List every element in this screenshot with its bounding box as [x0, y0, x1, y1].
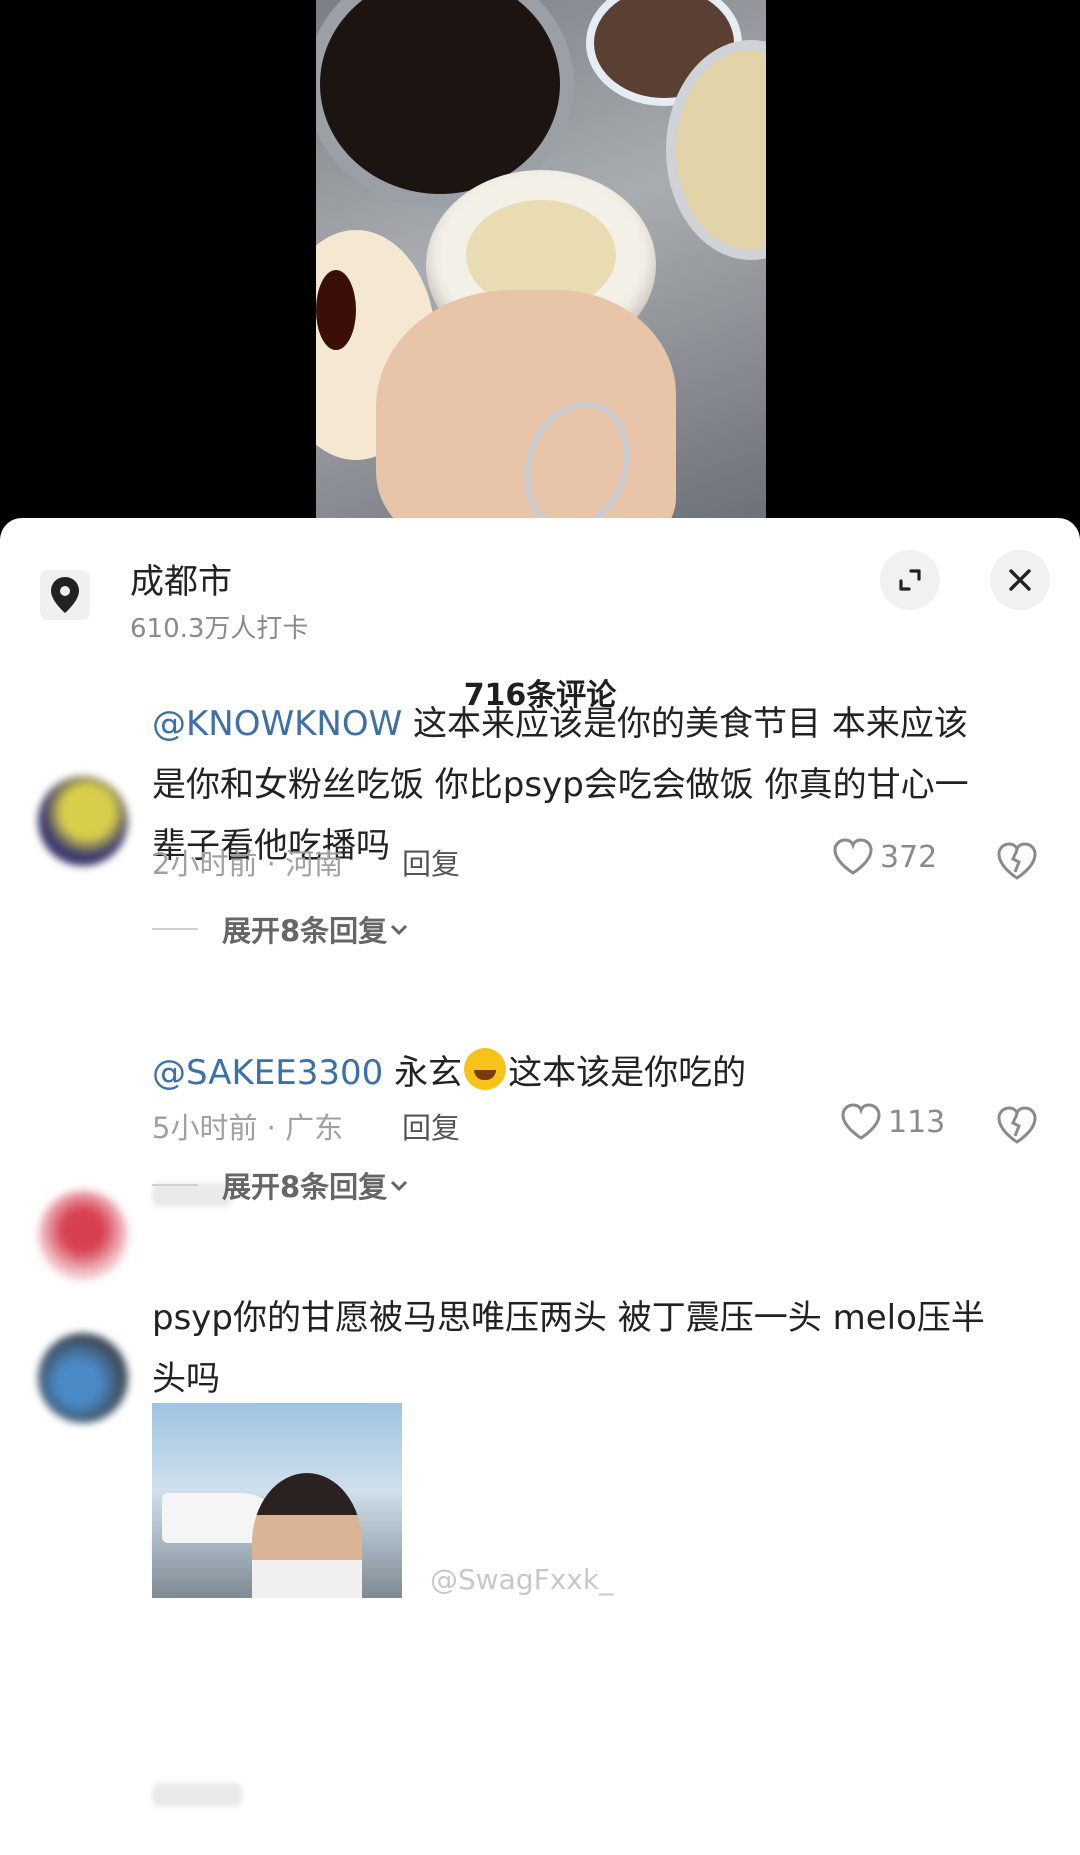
chili-sauce	[316, 270, 356, 350]
expand-replies-button[interactable]: 展开8条回复	[152, 1164, 411, 1206]
expand-button[interactable]	[880, 550, 940, 610]
heart-icon	[841, 1103, 881, 1140]
checkin-count: 610.3万人打卡	[130, 614, 309, 644]
broken-heart-icon[interactable]	[995, 1105, 1039, 1145]
expand-replies-button[interactable]: 展开8条回复	[152, 908, 411, 950]
laughing-crying-emoji-icon	[464, 1048, 507, 1090]
like-count: 113	[888, 1104, 946, 1140]
heart-icon	[833, 838, 873, 875]
close-icon	[1009, 569, 1031, 591]
mention-link[interactable]: @SAKEE3300	[152, 1053, 383, 1093]
comment-text: psyp你的甘愿被马思唯压两头 被丁震压一头 melo压半 头吗	[152, 1298, 985, 1399]
close-button[interactable]	[990, 550, 1050, 610]
expand-icon	[899, 569, 921, 591]
like-count: 372	[880, 839, 938, 875]
reply-button[interactable]: 回复	[402, 1105, 460, 1147]
chevron-down-icon	[391, 924, 408, 936]
comment-image[interactable]	[152, 1403, 402, 1598]
broken-heart-icon[interactable]	[995, 841, 1039, 881]
like-button[interactable]: 113	[840, 1103, 945, 1141]
chevron-down-icon	[391, 1180, 408, 1192]
comment-text: @SAKEE3300 永玄 这本该是你吃的	[152, 1043, 1042, 1104]
location-name[interactable]: 成都市	[130, 554, 232, 603]
video-player[interactable]	[0, 0, 1080, 540]
avatar[interactable]	[38, 1190, 128, 1280]
location-pin-icon[interactable]	[40, 570, 90, 620]
video-frame	[316, 0, 766, 520]
username-blurred[interactable]	[152, 1783, 242, 1807]
mention-link[interactable]: @KNOWKNOW	[152, 704, 402, 744]
avatar[interactable]	[38, 1333, 128, 1423]
avatar[interactable]	[38, 776, 128, 866]
comment-meta: 2小时前 · 河南	[152, 847, 344, 881]
watermark: @SwagFxxk_	[430, 1563, 614, 1596]
comments-sheet: 成都市 610.3万人打卡 716条评论 @KNOWKNOW 这本来应该是你的美…	[0, 518, 1080, 1855]
reply-button[interactable]: 回复	[402, 841, 460, 883]
like-button[interactable]: 372	[832, 838, 937, 876]
comment-meta: 5小时前 · 广东	[152, 1111, 344, 1145]
